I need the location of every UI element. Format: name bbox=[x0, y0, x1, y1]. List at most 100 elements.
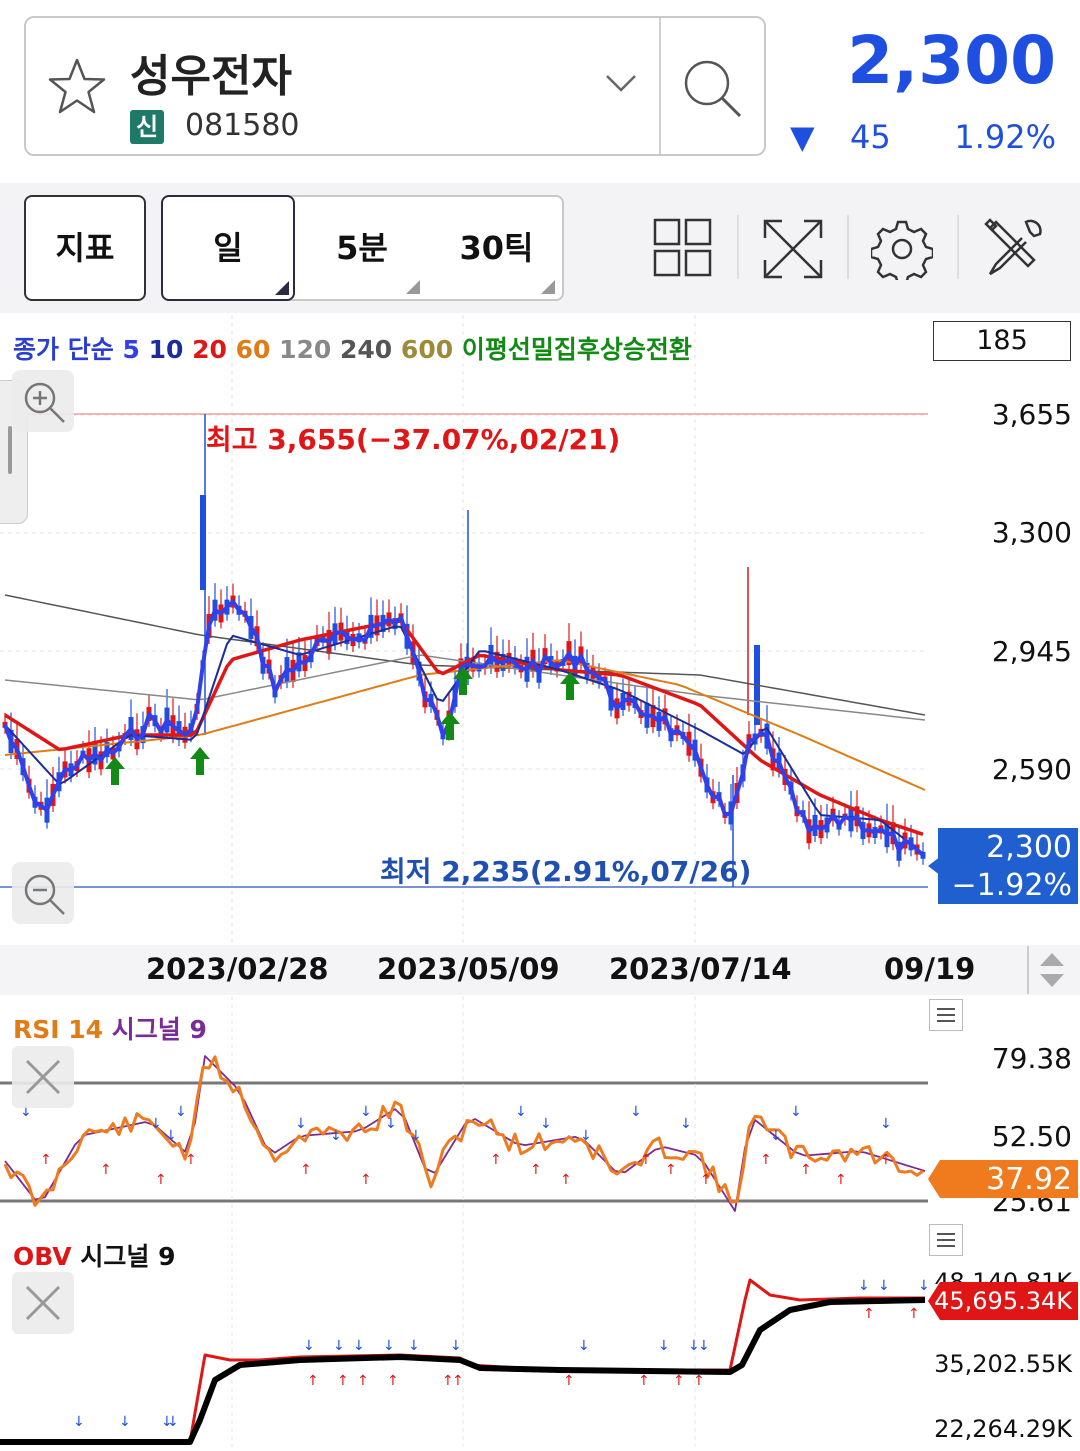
legend-ma240: 240 bbox=[340, 335, 393, 364]
buy-marker: ↑ bbox=[387, 1373, 399, 1389]
obv-title: OBV 시그널 9 bbox=[13, 1237, 175, 1273]
sell-marker: ↓ bbox=[295, 1116, 307, 1132]
candle-count-box[interactable]: 185 bbox=[933, 321, 1071, 361]
sell-marker: ↓ bbox=[150, 1116, 162, 1132]
x-tick: 2023/07/14 bbox=[609, 952, 792, 986]
sell-marker: ↓ bbox=[119, 1414, 131, 1430]
buy-marker: ↑ bbox=[307, 1373, 319, 1389]
obv-y-tick: 48,140.81K bbox=[934, 1268, 1072, 1284]
favorite-star-icon[interactable] bbox=[46, 56, 108, 122]
sell-marker: ↓ bbox=[630, 1104, 642, 1120]
sell-marker: ↓ bbox=[333, 1338, 345, 1354]
tools-icon[interactable] bbox=[982, 216, 1046, 284]
obv-current-value: 45,695.34K bbox=[934, 1287, 1072, 1315]
divider bbox=[1027, 946, 1029, 994]
sell-marker: ↓ bbox=[165, 1128, 177, 1144]
menu-icon[interactable] bbox=[929, 999, 963, 1031]
change-amount: 45 bbox=[850, 118, 891, 156]
legend-ma20: 20 bbox=[192, 335, 227, 364]
zoom-out-icon[interactable] bbox=[12, 862, 74, 924]
sell-marker: ↓ bbox=[878, 1278, 890, 1294]
signal-up-arrow bbox=[190, 747, 210, 775]
buy-marker: ↑ bbox=[640, 1152, 652, 1168]
legend-ma600: 600 bbox=[400, 335, 454, 364]
ma-legend: 종가 단순 5 10 20 60 120 240 600 이평선밀집후상승전환 bbox=[13, 330, 692, 366]
current-price-tag-pct: −1.92% bbox=[951, 868, 1072, 903]
change-down-icon: ▼ bbox=[790, 118, 815, 156]
rsi-y-tick: 52.50 bbox=[991, 1120, 1072, 1153]
x-tick: 2023/05/09 bbox=[377, 952, 560, 986]
grid-icon[interactable] bbox=[653, 218, 713, 282]
buy-marker: ↑ bbox=[760, 1152, 772, 1168]
sell-marker: ↓ bbox=[175, 1104, 187, 1120]
ma240-line bbox=[4, 594, 926, 716]
stock-code: 081580 bbox=[185, 108, 300, 143]
sell-marker: ↓ bbox=[578, 1338, 590, 1354]
tab-corner-indicator bbox=[541, 280, 555, 294]
tab-corner-indicator bbox=[275, 281, 289, 295]
rsi-signal-label: 시그널 9 bbox=[111, 1015, 207, 1044]
sell-marker: ↓ bbox=[858, 1278, 870, 1294]
close-icon[interactable] bbox=[12, 1046, 74, 1108]
sell-marker: ↓ bbox=[73, 1414, 85, 1430]
sell-marker: ↓ bbox=[658, 1338, 670, 1354]
gear-icon[interactable] bbox=[869, 218, 935, 286]
obv-y-tick: 35,202.55K bbox=[934, 1350, 1072, 1378]
close-icon[interactable] bbox=[12, 1272, 74, 1334]
buy-marker: ↑ bbox=[155, 1172, 167, 1188]
rsi-line bbox=[3, 1055, 924, 1207]
sell-marker: ↓ bbox=[680, 1116, 692, 1132]
search-icon[interactable] bbox=[680, 56, 746, 126]
signal-up-arrow bbox=[105, 757, 125, 785]
sell-marker: ↓ bbox=[408, 1338, 420, 1354]
divider bbox=[847, 215, 849, 279]
sell-marker: ↓ bbox=[918, 1278, 930, 1294]
sort-updown-icon[interactable] bbox=[1038, 950, 1066, 994]
menu-icon[interactable] bbox=[929, 1224, 963, 1256]
sell-marker: ↓ bbox=[303, 1338, 315, 1354]
legend-signal: 이평선밀집후상승전환 bbox=[461, 335, 692, 364]
buy-marker: ↑ bbox=[908, 1306, 920, 1322]
rsi-y-tick: 79.38 bbox=[991, 1042, 1072, 1075]
candle bbox=[200, 495, 206, 590]
y-tick: 3,655 bbox=[991, 398, 1072, 431]
sell-marker: ↓ bbox=[540, 1116, 552, 1132]
buy-marker: ↑ bbox=[700, 1172, 712, 1188]
indicator-button[interactable]: 지표 bbox=[24, 195, 146, 301]
low-label: 최저 2,235(2.91%,07/26) bbox=[380, 855, 752, 888]
chevron-down-icon[interactable] bbox=[604, 72, 638, 98]
current-price-tag-value: 2,300 bbox=[986, 830, 1072, 865]
sell-marker: ↓ bbox=[515, 1104, 527, 1120]
obv-label: OBV bbox=[13, 1242, 72, 1271]
buy-marker: ↑ bbox=[638, 1373, 650, 1389]
rsi-current-value: 37.92 bbox=[986, 1162, 1072, 1197]
buy-marker: ↑ bbox=[800, 1162, 812, 1178]
rsi-label: RSI 14 bbox=[13, 1015, 104, 1044]
buy-marker: ↑ bbox=[337, 1373, 349, 1389]
buy-marker: ↑ bbox=[673, 1373, 685, 1389]
sell-marker: ↓ bbox=[770, 1128, 782, 1144]
divider bbox=[737, 215, 739, 279]
sell-marker: ↓ bbox=[385, 1116, 397, 1132]
current-price: 2,300 bbox=[847, 22, 1056, 99]
buy-marker: ↑ bbox=[40, 1152, 52, 1168]
zoom-in-icon[interactable] bbox=[12, 370, 74, 432]
buy-marker: ↑ bbox=[563, 1373, 575, 1389]
stock-name: 성우전자 bbox=[130, 51, 292, 102]
buy-marker: ↑ bbox=[560, 1172, 572, 1188]
buy-marker: ↑ bbox=[360, 1172, 372, 1188]
legend-ma60: 60 bbox=[235, 335, 271, 364]
expand-icon[interactable] bbox=[762, 218, 824, 284]
sell-marker: ↓ bbox=[330, 1128, 342, 1144]
handle-grip bbox=[8, 426, 12, 474]
sell-marker: ↓ bbox=[167, 1414, 179, 1430]
market-badge: 신 bbox=[130, 110, 164, 144]
rsi-signal-line bbox=[4, 1055, 926, 1212]
buy-marker: ↑ bbox=[357, 1373, 369, 1389]
high-label: 최고 3,655(−37.07%,02/21) bbox=[206, 423, 621, 456]
buy-marker: ↑ bbox=[452, 1373, 464, 1389]
sell-marker: ↓ bbox=[360, 1104, 372, 1120]
divider bbox=[957, 215, 959, 279]
buy-marker: ↑ bbox=[490, 1152, 502, 1168]
buy-marker: ↑ bbox=[880, 1152, 892, 1168]
